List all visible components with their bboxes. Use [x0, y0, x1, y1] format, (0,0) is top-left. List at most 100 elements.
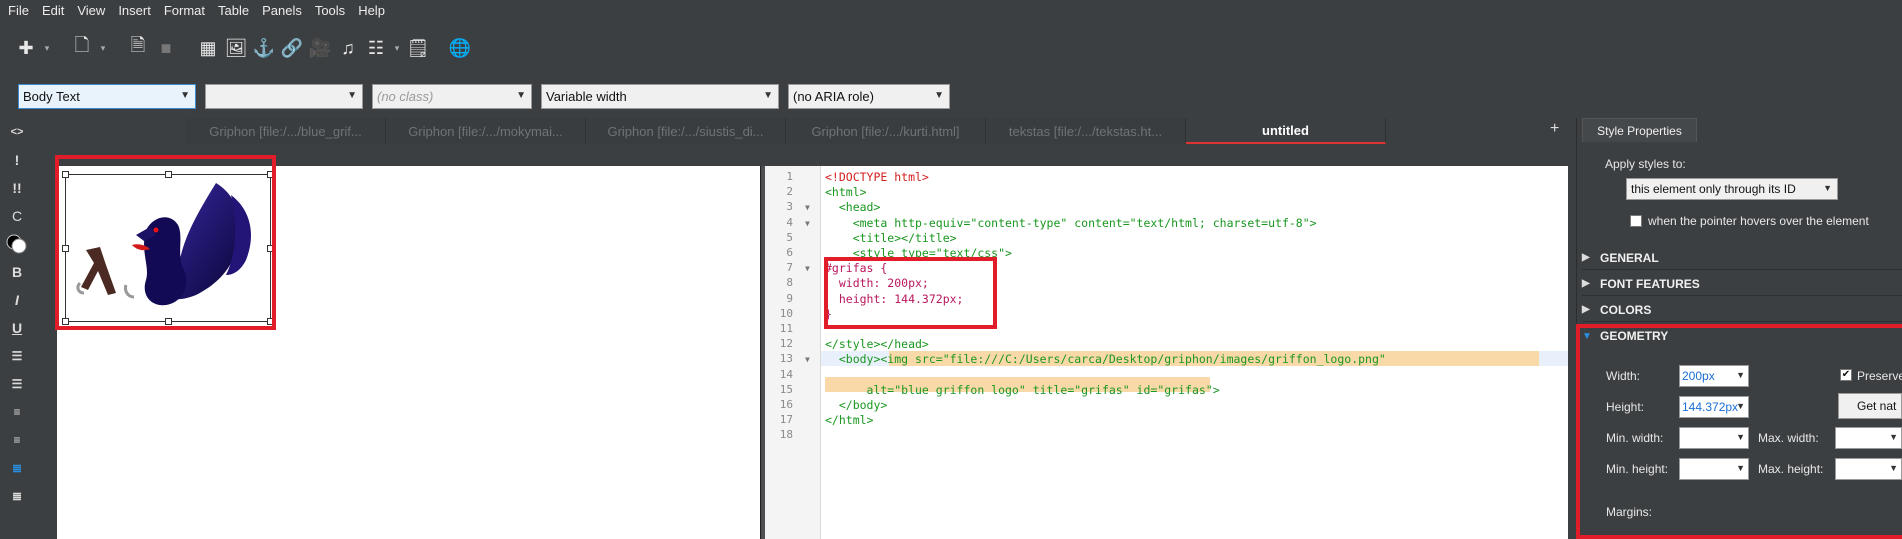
new-icon[interactable]: ✚: [12, 34, 40, 62]
globe-icon[interactable]: 🌐: [446, 34, 474, 62]
margins-label: Margins:: [1606, 505, 1653, 519]
tab-style-properties[interactable]: Style Properties: [1582, 118, 1697, 142]
code-icon[interactable]: <>: [0, 118, 34, 146]
class-select[interactable]: (no class) ▼: [372, 83, 532, 109]
second-style-select[interactable]: ▼: [205, 83, 363, 109]
double-important-icon[interactable]: !!: [0, 174, 34, 202]
italic-icon[interactable]: I: [0, 286, 34, 314]
numbered-list-icon[interactable]: ☰: [0, 370, 34, 398]
table-icon[interactable]: ▦: [194, 34, 222, 62]
section-font-features-label: FONT FEATURES: [1600, 276, 1700, 291]
menu-table[interactable]: Table: [212, 3, 256, 18]
chevron-down-icon: ▼: [1823, 183, 1832, 193]
menu-view[interactable]: View: [71, 3, 112, 18]
image-icon[interactable]: 🖼: [222, 34, 250, 62]
open-dropdown-icon[interactable]: ▾: [96, 34, 110, 62]
hover-checkbox[interactable]: [1630, 215, 1642, 227]
chevron-down-icon: ▼: [1736, 463, 1745, 473]
menu-format[interactable]: Format: [158, 3, 212, 18]
menu-file[interactable]: File: [2, 3, 36, 18]
class-placeholder: (no class): [377, 88, 434, 104]
align-left-icon[interactable]: ≣: [0, 454, 34, 482]
fold-arrow-icon[interactable]: ▼: [805, 219, 810, 228]
audio-icon[interactable]: ♫: [334, 34, 362, 62]
height-field[interactable]: 144.372px ▼: [1679, 396, 1749, 418]
menu-edit[interactable]: Edit: [36, 3, 71, 18]
line-number: 4: [786, 215, 793, 229]
code-line: <!DOCTYPE html>: [825, 170, 929, 184]
get-natural-size-button[interactable]: Get nat: [1838, 393, 1902, 419]
link-icon[interactable]: 🔗: [278, 34, 306, 62]
bold-icon[interactable]: B: [0, 258, 34, 286]
source-view[interactable]: 1 <!DOCTYPE html> 2 <html> 3 ▼ <head> 4 ▼ <meta…: [765, 166, 1568, 539]
paragraph-style-value: Body Text: [23, 88, 80, 104]
paragraph-style-select[interactable]: Body Text ▼: [18, 83, 196, 109]
max-width-field[interactable]: ▼: [1835, 427, 1902, 449]
open-icon[interactable]: 🗋: [68, 34, 96, 62]
menu-insert[interactable]: Insert: [112, 3, 158, 18]
preserve-label: Preserve: [1857, 369, 1902, 383]
aria-role-value: (no ARIA role): [793, 88, 874, 104]
line-number: 16: [779, 398, 793, 411]
tab-siustis[interactable]: Griphon [file:/.../siustis_di...: [586, 118, 786, 144]
min-height-label: Min. height:: [1606, 462, 1669, 476]
menu-panels[interactable]: Panels: [256, 3, 309, 18]
form-icon[interactable]: ☷: [362, 34, 390, 62]
important-icon[interactable]: !: [0, 146, 34, 174]
line-number: 5: [786, 230, 793, 244]
aria-role-select[interactable]: (no ARIA role) ▼: [788, 83, 950, 109]
max-height-field[interactable]: ▼: [1835, 458, 1902, 480]
add-tab-button[interactable]: +: [1550, 120, 1559, 138]
align-center-icon[interactable]: ≣: [0, 482, 34, 510]
chevron-down-icon: ▼: [180, 89, 190, 101]
fold-arrow-icon[interactable]: ▼: [805, 264, 810, 273]
section-font-features[interactable]: ▶ FONT FEATURES: [1582, 272, 1902, 296]
menu-help[interactable]: Help: [352, 3, 392, 18]
width-mode-select[interactable]: Variable width ▼: [541, 83, 779, 109]
min-height-field[interactable]: ▼: [1679, 458, 1749, 480]
code-line: <html>: [825, 185, 867, 200]
tab-blue-grif[interactable]: Griphon [file:/.../blue_grif...: [186, 118, 386, 144]
apply-styles-select[interactable]: this element only through its ID ▼: [1626, 178, 1838, 200]
underline-icon[interactable]: U: [0, 314, 34, 342]
line-number: 18: [779, 428, 793, 442]
color-picker-icon[interactable]: [0, 230, 34, 258]
max-height-label: Max. height:: [1758, 462, 1824, 476]
chevron-down-icon: ▼: [1889, 463, 1898, 473]
form-dropdown-icon[interactable]: ▾: [390, 34, 404, 62]
tab-untitled[interactable]: untitled: [1186, 118, 1386, 144]
code-line: </style></head>: [825, 337, 929, 352]
cite-icon[interactable]: C: [0, 202, 34, 230]
fold-arrow-icon[interactable]: ▼: [805, 203, 810, 212]
hover-label: when the pointer hovers over the element: [1648, 214, 1869, 228]
document-tabs: Griphon [file:/.../blue_grif... Griphon …: [186, 118, 1580, 144]
menu-tools[interactable]: Tools: [309, 3, 352, 18]
menu-bar: File Edit View Insert Format Table Panel…: [0, 0, 1902, 20]
width-value: 200px: [1682, 369, 1715, 383]
width-mode-value: Variable width: [546, 88, 627, 104]
main-toolbar: ✚ ▾ 🗋 ▾ 🗎 ■ ▦ 🖼 ⚓ 🔗 🎥 ♫ ☷ ▾ 🗒 🌐: [0, 20, 1902, 76]
min-width-field[interactable]: ▼: [1679, 427, 1749, 449]
outdent-icon[interactable]: ≡: [0, 398, 34, 426]
indent-icon[interactable]: ≡: [0, 426, 34, 454]
fold-arrow-icon[interactable]: ▼: [805, 355, 810, 364]
new-dropdown-icon[interactable]: ▾: [40, 34, 54, 62]
anchor-icon[interactable]: ⚓: [250, 34, 278, 62]
chevron-down-icon: ▼: [934, 89, 944, 101]
width-field[interactable]: 200px ▼: [1679, 365, 1749, 387]
width-label: Width:: [1606, 369, 1641, 383]
section-general[interactable]: ▶ GENERAL: [1582, 246, 1902, 270]
tab-tekstas[interactable]: tekstas [file:/.../tekstas.ht...: [986, 118, 1186, 144]
page-icon[interactable]: 🗒: [404, 34, 432, 62]
tab-kurti[interactable]: Griphon [file:/.../kurti.html]: [786, 118, 986, 144]
stop-icon[interactable]: ■: [152, 34, 180, 62]
bullet-list-icon[interactable]: ☰: [0, 342, 34, 370]
code-line: <body><img src="file:///C:/Users/carca/D…: [825, 352, 1386, 367]
save-icon[interactable]: 🗎: [124, 34, 152, 62]
video-icon[interactable]: 🎥: [306, 34, 334, 62]
line-number: 10: [779, 306, 793, 320]
tab-mokymai[interactable]: Griphon [file:/.../mokymai...: [386, 118, 586, 144]
section-colors[interactable]: ▶ COLORS: [1582, 298, 1902, 322]
preserve-checkbox[interactable]: ✔: [1840, 369, 1852, 381]
chevron-down-icon: ▼: [1736, 432, 1745, 442]
